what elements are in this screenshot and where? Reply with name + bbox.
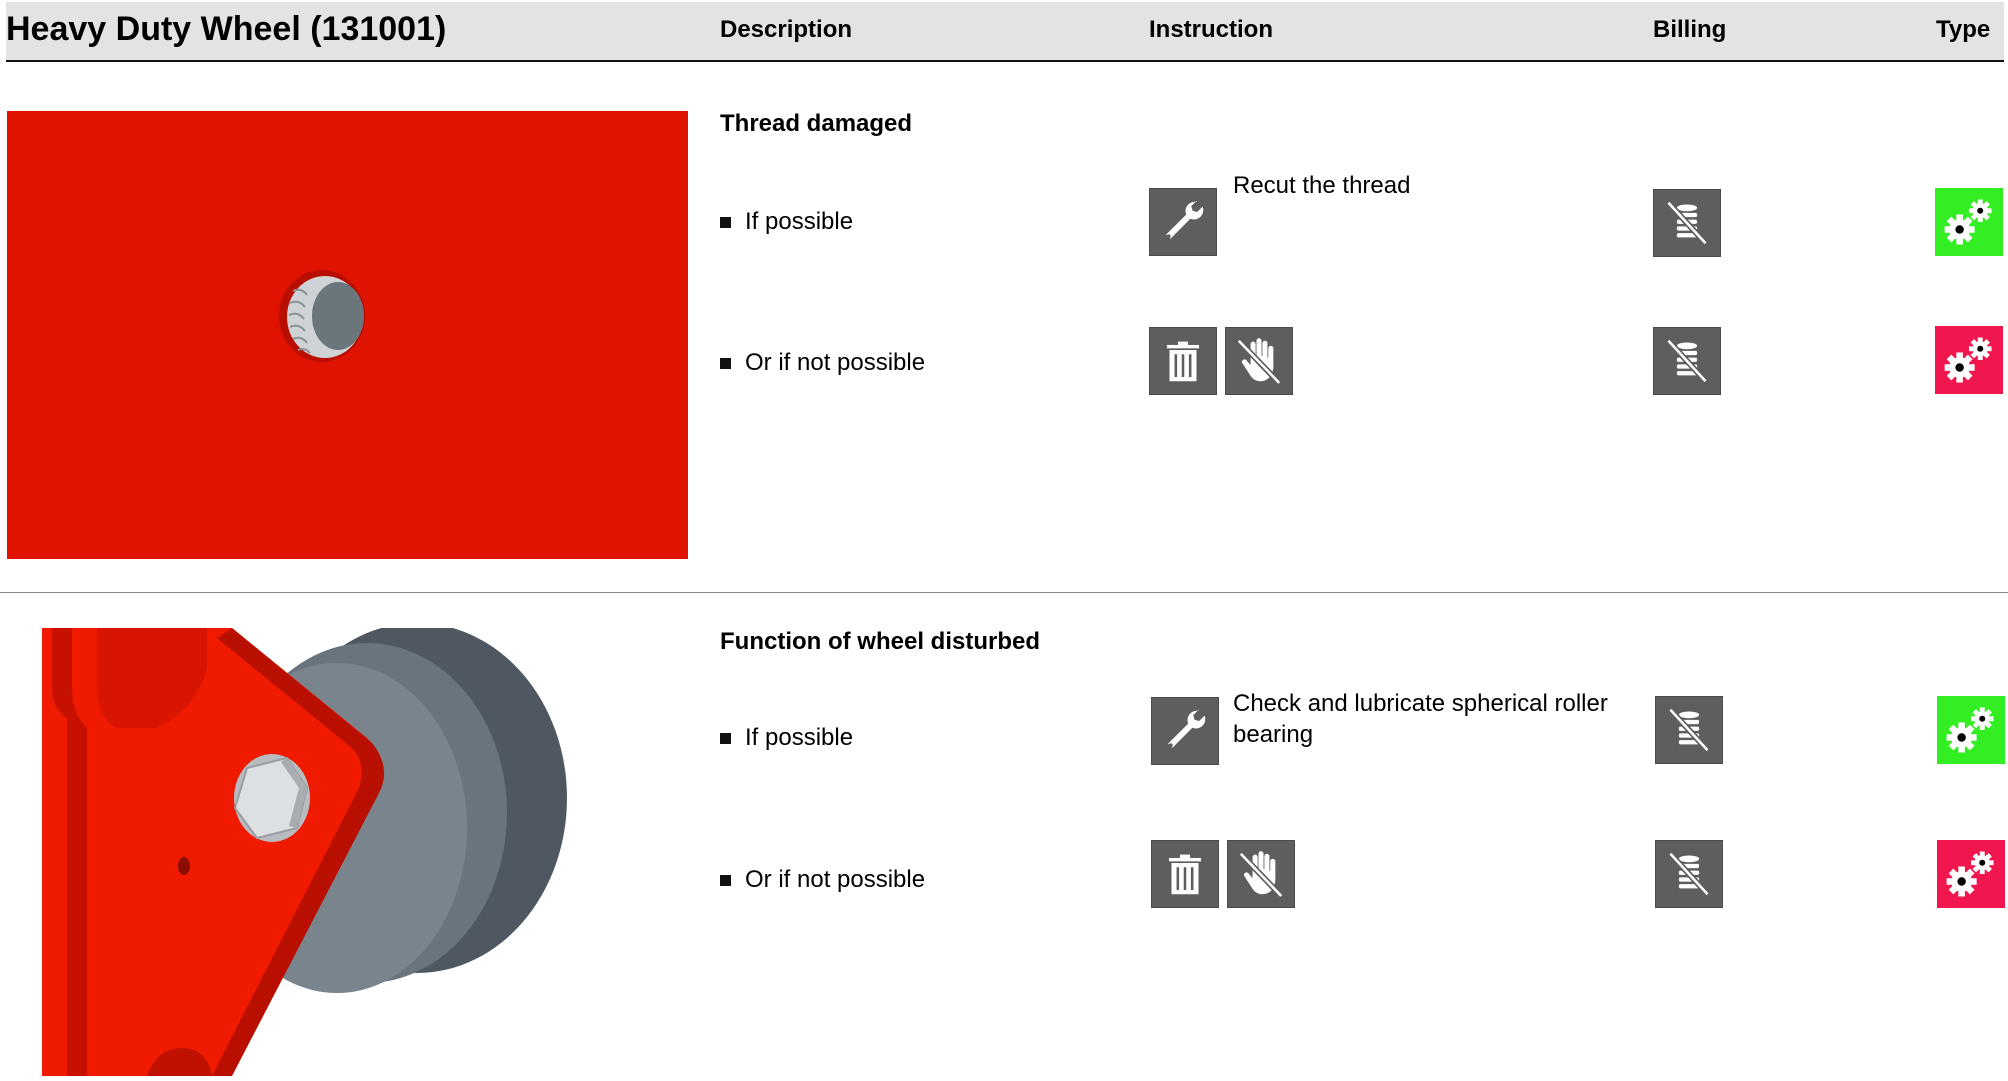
gears-icon	[1937, 696, 2005, 764]
no-touch-hand-icon	[1227, 840, 1295, 908]
gears-icon	[1935, 188, 2003, 256]
gears-icon	[1935, 326, 2003, 394]
column-header-type: Type	[1936, 16, 1991, 43]
option-if-not-possible: Or if not possible	[720, 866, 925, 894]
column-header-description: Description	[720, 16, 853, 43]
bullet-icon	[720, 216, 731, 228]
damage-title: Thread damaged	[720, 110, 913, 137]
wrench-icon	[1151, 697, 1219, 765]
option-label: Or if not possible	[745, 866, 926, 893]
bullet-icon	[720, 357, 731, 369]
no-touch-hand-icon	[1225, 327, 1293, 395]
option-if-possible: If possible	[720, 724, 853, 752]
column-header-instruction: Instruction	[1149, 16, 1273, 43]
option-if-possible: If possible	[720, 208, 853, 236]
column-header-billing: Billing	[1653, 16, 1727, 43]
no-billing-coins-icon	[1653, 327, 1721, 395]
option-label: If possible	[745, 208, 854, 235]
instruction-text: Check and lubricate spherical roller bea…	[1233, 690, 1608, 748]
option-if-not-possible: Or if not possible	[720, 349, 925, 377]
no-billing-coins-icon	[1655, 696, 1723, 764]
wheel-bracket-illustration	[7, 623, 688, 1076]
table-header: Heavy Duty Wheel (131001) Description In…	[6, 2, 2004, 62]
page-title: Heavy Duty Wheel (131001)	[6, 10, 447, 48]
no-billing-coins-icon	[1655, 840, 1723, 908]
gears-icon	[1937, 840, 2005, 908]
bullet-icon	[720, 732, 731, 744]
wrench-icon	[1149, 188, 1217, 256]
trash-icon	[1151, 840, 1219, 908]
instruction-text: Recut the thread	[1233, 172, 1411, 199]
trash-icon	[1149, 327, 1217, 395]
damage-section-thread: Thread damaged If possible Recut the thr…	[0, 62, 2008, 593]
option-label: Or if not possible	[745, 349, 926, 376]
damage-section-wheel-function: Function of wheel disturbed If possible …	[0, 594, 2008, 1076]
bullet-icon	[720, 874, 731, 886]
option-label: If possible	[745, 724, 854, 751]
thread-hole-illustration	[7, 111, 688, 559]
no-billing-coins-icon	[1653, 189, 1721, 257]
damage-title: Function of wheel disturbed	[720, 628, 1040, 655]
